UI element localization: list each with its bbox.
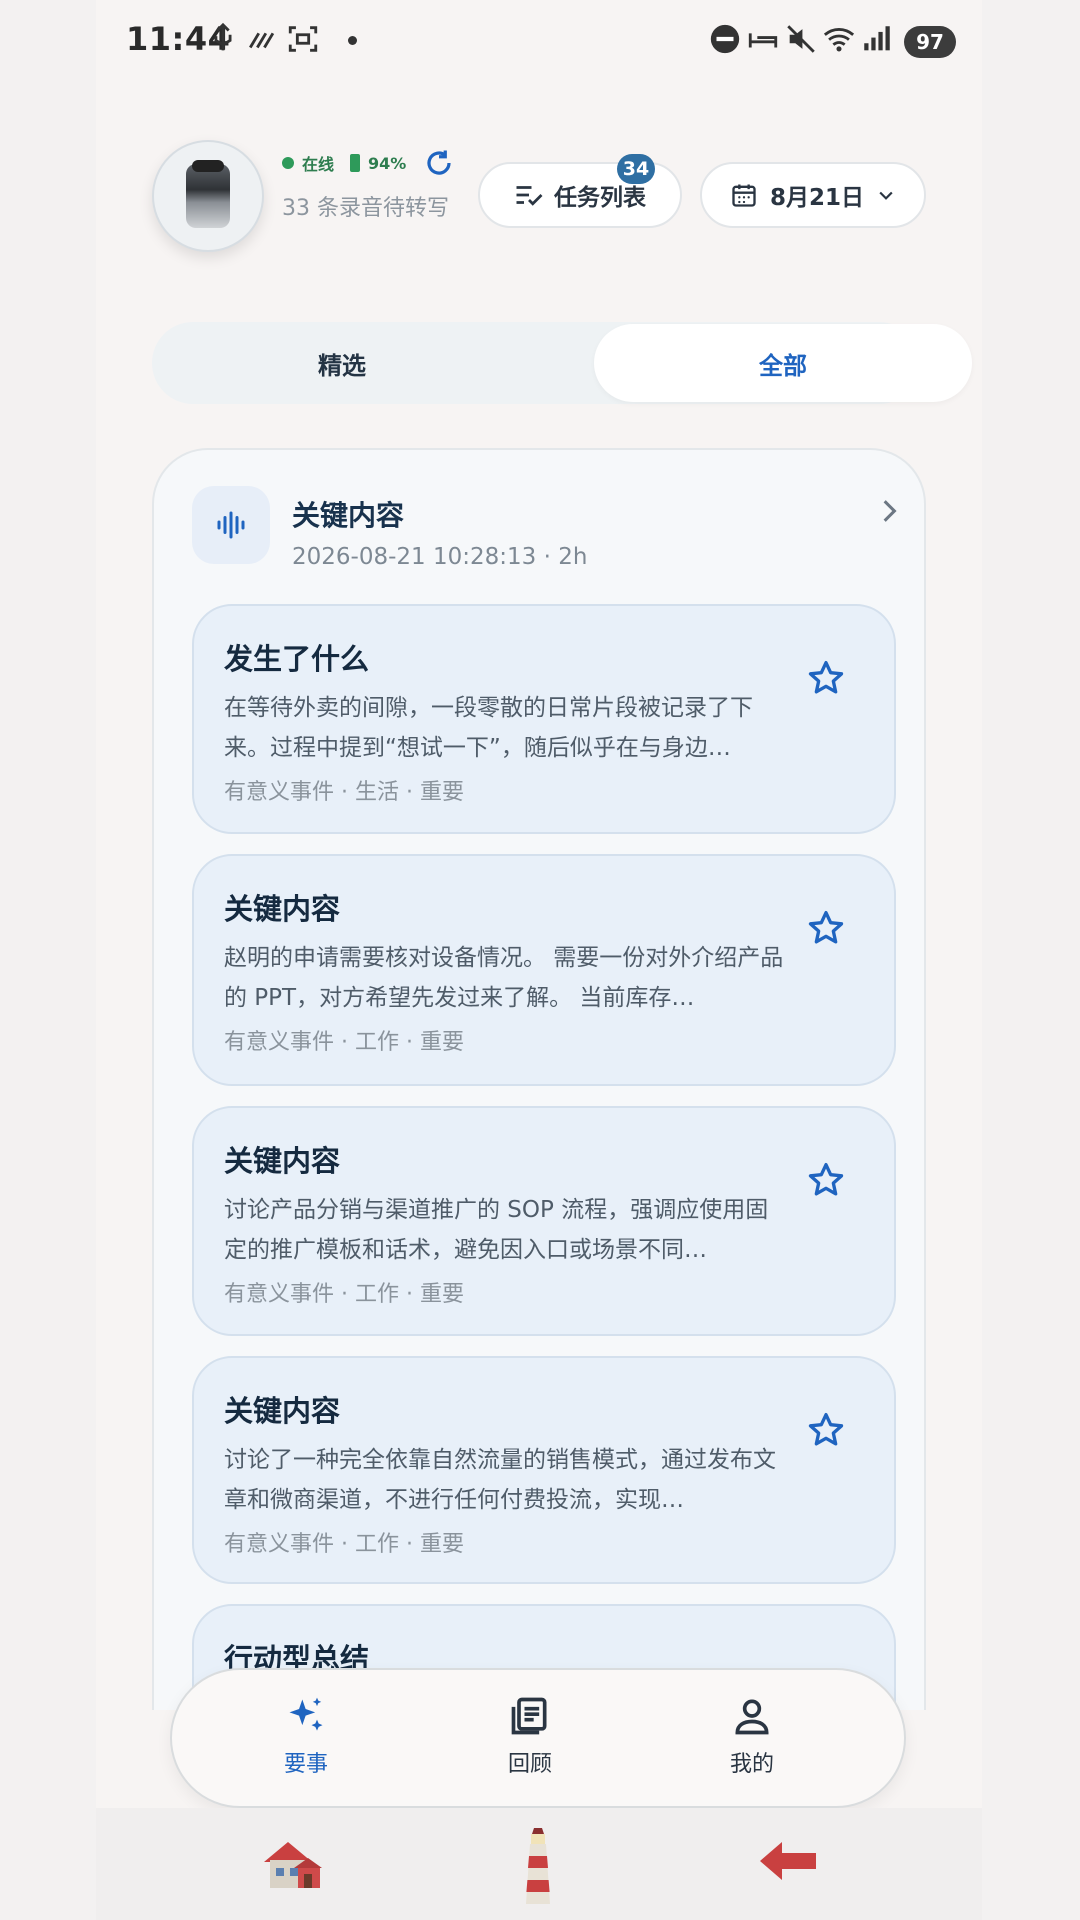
back-arrow-icon[interactable]	[758, 1838, 818, 1884]
battery-indicator: 97	[904, 26, 956, 58]
device-status: 在线 94%	[282, 148, 454, 178]
summary-title[interactable]: 关键内容	[292, 494, 404, 534]
item-title: 发生了什么	[224, 642, 370, 676]
device-header: 在线 94% 33 条录音待转写 任务列表 34 8月21日	[96, 140, 982, 260]
list-item[interactable]: 关键内容 讨论产品分销与渠道推广的 SOP 流程，强调应使用固定的推广模板和话术…	[192, 1106, 896, 1336]
wifi-icon	[823, 28, 855, 52]
phone-screen: 11:44 97 在线 94% 33 条录音待转写 任务列表 34 8月21日 …	[96, 0, 982, 1920]
star-icon[interactable]	[806, 908, 846, 948]
recording-summary-card: 关键内容 2026-08-21 10:28:13 · 2h 发生了什么 在等待外…	[152, 448, 926, 1710]
house-icon[interactable]	[260, 1834, 326, 1894]
do-not-disturb-icon	[710, 24, 740, 54]
list-item[interactable]: 发生了什么 在等待外卖的间隙，一段零散的日常片段被记录了下来。过程中提到“想试一…	[192, 604, 896, 834]
status-bar: 11:44 97	[96, 0, 982, 84]
sparkle-icon	[289, 1697, 323, 1731]
wave-lines-icon	[249, 32, 275, 49]
date-picker-button[interactable]: 8月21日	[700, 162, 926, 228]
cell-signal-icon	[864, 26, 890, 51]
device-avatar[interactable]	[152, 140, 264, 252]
chevron-down-icon	[879, 191, 893, 200]
nav-item-profile[interactable]: 我的	[672, 1694, 832, 1794]
nav-item-review[interactable]: 回顾	[450, 1694, 610, 1794]
pending-recordings-text[interactable]: 33 条录音待转写	[282, 194, 452, 224]
system-nav-bar	[96, 1808, 982, 1920]
usb-icon	[214, 22, 232, 51]
sleep-bed-icon	[748, 33, 778, 48]
item-tags: 有意义事件 · 工作 · 重要	[224, 1030, 464, 1055]
bottom-nav: 要事 回顾 我的	[170, 1668, 906, 1808]
lighthouse-icon[interactable]	[520, 1822, 556, 1908]
date-label: 8月21日	[769, 185, 864, 211]
star-icon[interactable]	[806, 1160, 846, 1200]
calendar-icon	[732, 184, 756, 207]
summary-meta: 2026-08-21 10:28:13 · 2h	[292, 544, 588, 570]
item-tags: 有意义事件 · 工作 · 重要	[224, 1282, 464, 1307]
online-dot-icon	[282, 157, 294, 169]
item-tags: 有意义事件 · 生活 · 重要	[224, 780, 464, 805]
star-icon[interactable]	[806, 1410, 846, 1450]
item-title: 关键内容	[224, 1394, 341, 1428]
journal-icon	[511, 1697, 547, 1735]
item-title: 关键内容	[224, 892, 341, 926]
item-body: 讨论产品分销与渠道推广的 SOP 流程，强调应使用固定的推广模板和话术，避免因入…	[224, 1197, 769, 1263]
list-item[interactable]: 关键内容 讨论了一种完全依靠自然流量的销售模式，通过发布文章和微商渠道，不进行任…	[192, 1356, 896, 1584]
star-icon[interactable]	[806, 658, 846, 698]
item-body: 在等待外卖的间隙，一段零散的日常片段被记录了下来。过程中提到“想试一下”，随后似…	[224, 695, 753, 761]
tab-featured[interactable]: 精选	[152, 322, 532, 404]
online-label: 在线	[302, 155, 335, 174]
filter-segmented-control: 精选 全部	[152, 322, 972, 404]
chevron-right-icon[interactable]	[876, 498, 902, 524]
device-battery-icon	[350, 154, 361, 172]
nav-label-highlights: 要事	[283, 1752, 328, 1777]
person-icon	[735, 1699, 769, 1735]
task-count-badge: 34	[617, 154, 655, 184]
list-item[interactable]: 关键内容 赵明的申请需要核对设备情况。 需要一份对外介绍产品的 PPT，对方希望…	[192, 854, 896, 1086]
nav-label-profile: 我的	[729, 1752, 774, 1777]
item-title: 关键内容	[224, 1144, 341, 1178]
nav-item-highlights[interactable]: 要事	[226, 1694, 386, 1794]
item-tags: 有意义事件 · 工作 · 重要	[224, 1532, 464, 1557]
screenshot-icon	[288, 26, 318, 52]
item-body: 赵明的申请需要核对设备情况。 需要一份对外介绍产品的 PPT，对方希望先发过来了…	[224, 945, 784, 1011]
refresh-icon[interactable]	[424, 148, 454, 178]
recorder-device-icon	[186, 160, 230, 228]
nav-label-review: 回顾	[507, 1752, 552, 1777]
checklist-icon	[516, 186, 543, 206]
device-battery-percent: 94%	[368, 153, 407, 173]
audio-wave-icon	[192, 486, 270, 564]
item-body: 讨论了一种完全依靠自然流量的销售模式，通过发布文章和微商渠道，不进行任何付费投流…	[224, 1447, 776, 1513]
notification-dot-icon	[348, 36, 357, 45]
mute-icon	[787, 25, 815, 53]
tab-all[interactable]: 全部	[594, 324, 972, 402]
